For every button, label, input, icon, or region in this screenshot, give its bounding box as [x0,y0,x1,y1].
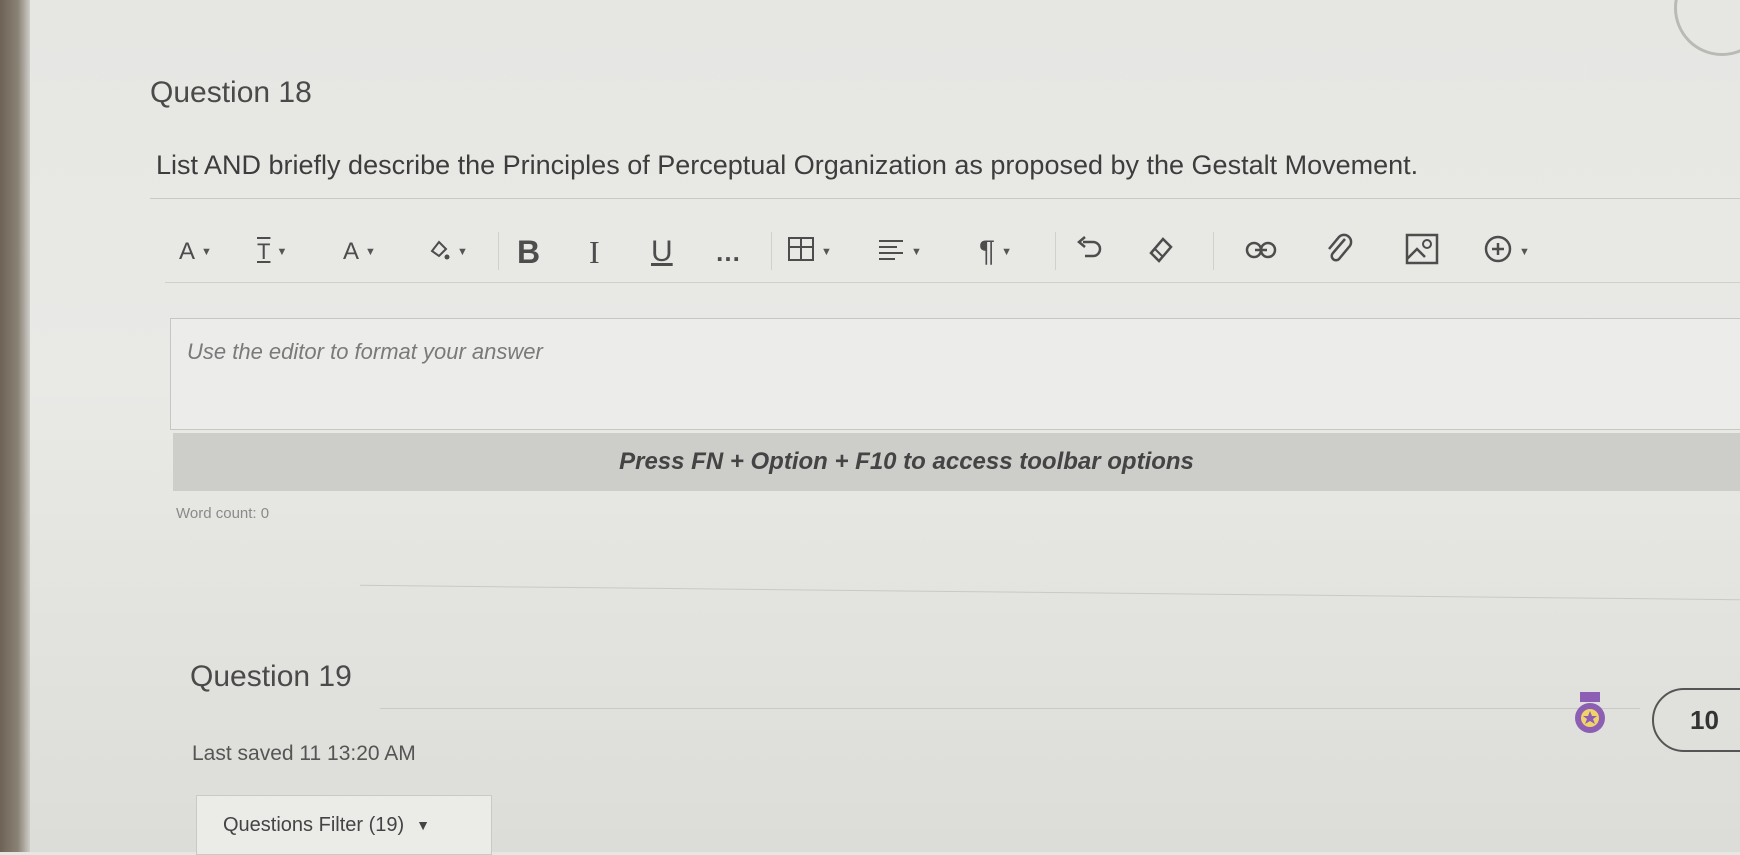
paragraph-icon: ¶ [979,235,996,268]
paragraph-button[interactable]: ¶ ▼ [979,232,1012,272]
answer-editor[interactable]: Use the editor to format your answer [170,318,1740,430]
more-icon: … [715,236,741,267]
editor-placeholder: Use the editor to format your answer [187,339,543,364]
bold-icon: B [517,233,541,270]
italic-icon: I [589,233,600,270]
achievement-badge-icon[interactable] [1570,690,1610,736]
align-icon [877,237,905,268]
font-size-button[interactable]: A ▼ [343,232,376,272]
text-format-icon: A [179,238,196,265]
undo-icon [1075,235,1103,269]
text-color-button[interactable]: ▼ [427,232,468,272]
more-button[interactable]: … [715,232,741,272]
toolbar-separator [771,232,772,270]
keyboard-hint-bar: Press FN + Option + F10 to access toolba… [173,433,1740,491]
table-button[interactable]: ▼ [787,232,832,272]
attach-button[interactable] [1325,232,1353,272]
dropdown-arrow-icon: ▼ [416,817,431,833]
toolbar-separator [1213,232,1214,270]
toolbar-separator [498,232,499,270]
question-prompt: List AND briefly describe the Principles… [156,150,1419,180]
eraser-icon [1147,235,1175,270]
align-button[interactable]: ▼ [877,232,922,272]
insert-content-button[interactable]: ▼ [1483,232,1530,272]
divider [360,584,1740,601]
corner-ring [1674,0,1740,56]
text-format-button[interactable]: A ▼ [179,232,212,272]
insert-plus-icon [1483,234,1513,271]
screen-edge [0,0,30,852]
text-color-icon [427,237,451,268]
image-button[interactable] [1405,232,1439,272]
question-counter[interactable]: 10 [1652,688,1740,752]
word-count: Word count: 0 [176,505,270,522]
text-style-icon: T [257,239,271,264]
undo-button[interactable] [1075,232,1103,272]
last-saved-status: Last saved 11 13:20 AM [192,742,416,765]
image-icon [1405,233,1439,272]
eraser-button[interactable] [1147,232,1175,272]
attach-icon [1325,233,1353,272]
divider [380,708,1640,709]
divider [150,198,1740,199]
link-icon [1245,237,1277,268]
table-icon [787,235,815,270]
bold-button[interactable]: B [517,232,540,272]
text-style-button[interactable]: T ▼ [257,232,287,272]
question-counter-value: 10 [1690,704,1719,735]
questions-filter-label: Questions Filter (19) [223,813,405,836]
font-size-icon: A [343,238,360,265]
questions-filter-button[interactable]: Questions Filter (19) ▼ [196,795,492,855]
question-19-title: Question 19 [190,660,352,693]
toolbar-separator [1055,232,1056,270]
underline-button[interactable]: U [651,232,673,272]
question-18-title: Question 18 [150,76,312,109]
link-button[interactable] [1245,232,1277,272]
underline-icon: U [651,235,673,268]
editor-toolbar: A ▼ T ▼ A ▼ ▼ B I U … ▼ ▼ ¶ ▼ ▼ [165,226,1740,283]
keyboard-hint-text: Press FN + Option + F10 to access toolba… [619,448,1194,475]
italic-button[interactable]: I [589,232,600,272]
